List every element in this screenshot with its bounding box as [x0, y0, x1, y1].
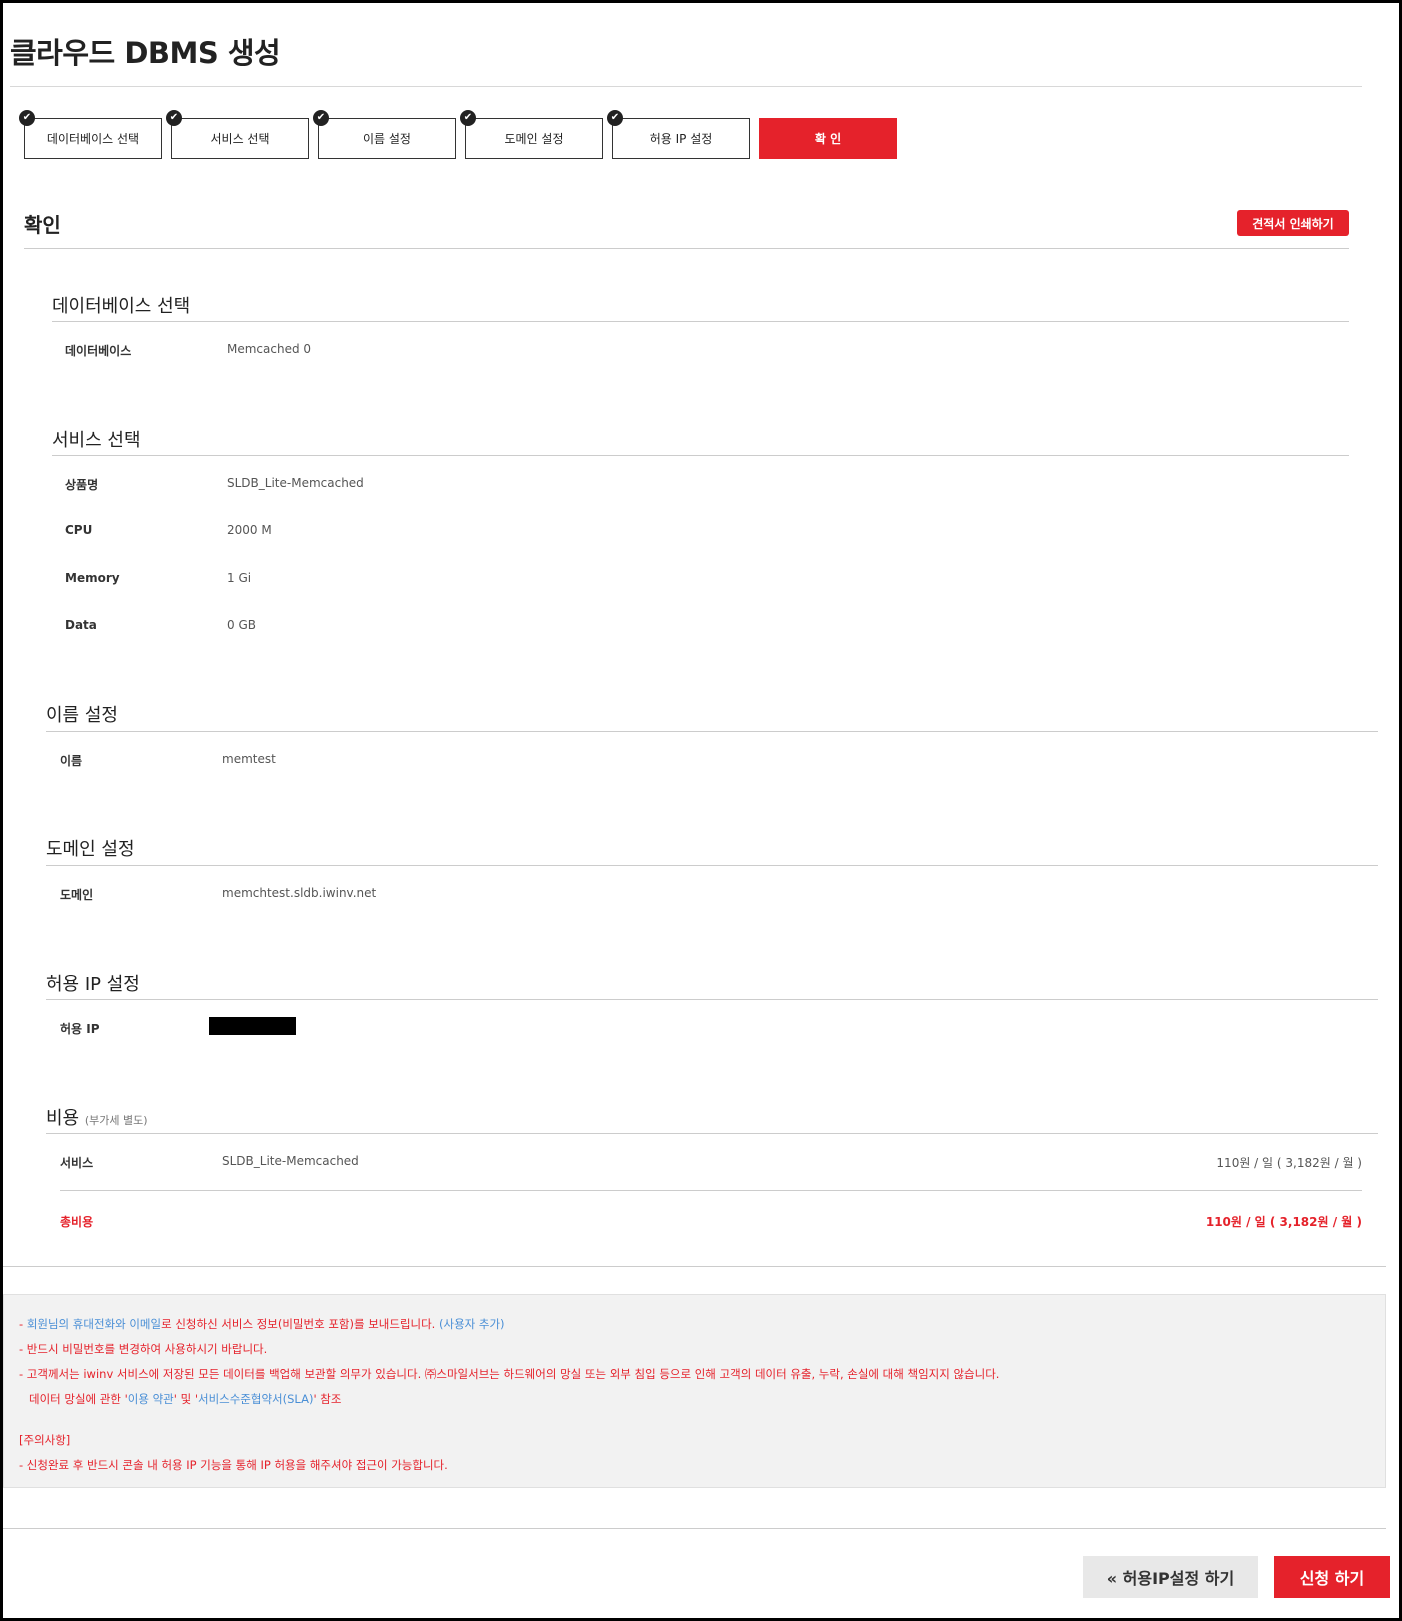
notice-text: ' 참조	[313, 1392, 342, 1406]
section-title-name: 이름 설정	[46, 705, 118, 726]
cpu-value: 2000 M	[227, 523, 272, 537]
confirm-divider	[24, 248, 1349, 249]
check-icon: ✔	[19, 110, 35, 126]
notice-text: -	[19, 1317, 27, 1331]
terms-link[interactable]: 이용 약관	[128, 1392, 174, 1406]
section-divider	[46, 865, 1378, 866]
notice-line-1: - 회원님의 휴대전화와 이메일로 신청하신 서비스 정보(비밀번호 포함)를 …	[19, 1316, 505, 1332]
submit-button[interactable]: 신청 하기	[1274, 1556, 1390, 1598]
notice-box: - 회원님의 휴대전화와 이메일로 신청하신 서비스 정보(비밀번호 포함)를 …	[3, 1294, 1386, 1488]
step-domain[interactable]: ✔ 도메인 설정	[460, 110, 603, 159]
domain-value: memchtest.sldb.iwinv.net	[222, 886, 377, 900]
step-service[interactable]: ✔ 서비스 선택	[166, 110, 309, 159]
step-allowed-ip[interactable]: ✔ 허용 IP 설정	[607, 110, 750, 159]
data-value: 0 GB	[227, 618, 256, 632]
caution-title: [주의사항]	[19, 1433, 71, 1447]
print-estimate-button[interactable]: 견적서 인쇄하기	[1237, 210, 1349, 236]
page-title: 클라우드 DBMS 생성	[10, 36, 281, 70]
step-confirm[interactable]: 확 인	[759, 118, 897, 159]
step-label: 허용 IP 설정	[649, 132, 713, 146]
product-value: SLDB_Lite-Memcached	[227, 476, 364, 490]
caution-line: - 신청완료 후 반드시 콘솔 내 허용 IP 기능을 통해 IP 허용을 해주…	[19, 1458, 448, 1472]
domain-label: 도메인	[60, 888, 94, 902]
section-title-domain: 도메인 설정	[46, 839, 135, 860]
database-value: Memcached 0	[227, 342, 312, 356]
memory-label: Memory	[65, 571, 120, 585]
memory-value: 1 Gi	[227, 571, 252, 585]
prev-step-button[interactable]: « 허용IP설정 하기	[1083, 1556, 1258, 1598]
footer-divider	[3, 1528, 1386, 1529]
total-cost-price: 110원 / 일 ( 3,182원 / 월 )	[1205, 1215, 1362, 1229]
step-label: 이름 설정	[363, 132, 411, 146]
cost-vat-note: (부가세 별도)	[84, 1114, 148, 1127]
section-title-service: 서비스 선택	[52, 430, 141, 451]
cpu-label: CPU	[65, 523, 93, 537]
section-title-allowed-ip: 허용 IP 설정	[46, 974, 140, 995]
name-value: memtest	[222, 752, 276, 766]
data-label: Data	[65, 618, 97, 632]
step-label: 데이터베이스 선택	[46, 132, 140, 146]
cost-title: 비용	[46, 1108, 80, 1129]
check-icon: ✔	[166, 110, 182, 126]
section-divider	[46, 999, 1378, 1000]
section-divider	[52, 455, 1349, 456]
cost-service-label: 서비스	[60, 1156, 94, 1170]
notice-text: 데이터 망실에 관한 '	[29, 1392, 128, 1406]
section-divider	[52, 321, 1349, 322]
notice-text: 로 신청하신 서비스 정보(비밀번호 포함)를 보내드립니다.	[161, 1317, 439, 1331]
sla-link[interactable]: 서비스수준협약서(SLA)	[198, 1392, 313, 1406]
section-title-cost: 비용 (부가세 별도)	[46, 1104, 148, 1130]
step-label: 확 인	[814, 132, 842, 146]
notice-line-3: - 고객께서는 iwinv 서비스에 저장된 모든 데이터를 백업해 보관할 의…	[19, 1367, 1000, 1381]
cost-service-name: SLDB_Lite-Memcached	[222, 1154, 359, 1168]
notice-line-4: 데이터 망실에 관한 '이용 약관' 및 '서비스수준협약서(SLA)' 참조	[29, 1391, 341, 1407]
add-user-link[interactable]: (사용자 추가)	[439, 1317, 505, 1331]
confirm-title: 확인	[24, 213, 61, 237]
step-database[interactable]: ✔ 데이터베이스 선택	[19, 110, 162, 159]
total-cost-label: 총비용	[60, 1215, 94, 1229]
check-icon: ✔	[460, 110, 476, 126]
section-divider	[46, 1133, 1378, 1134]
section-divider	[3, 1266, 1386, 1267]
cost-divider	[60, 1190, 1362, 1191]
step-label: 서비스 선택	[210, 132, 270, 146]
check-icon: ✔	[313, 110, 329, 126]
title-divider	[10, 86, 1362, 87]
name-label: 이름	[60, 754, 83, 768]
check-icon: ✔	[607, 110, 623, 126]
product-label: 상품명	[65, 478, 99, 492]
notice-contact-text: 회원님의 휴대전화와 이메일	[26, 1317, 162, 1331]
notice-line-2: - 반드시 비밀번호를 변경하여 사용하시기 바랍니다.	[19, 1342, 268, 1356]
section-title-database: 데이터베이스 선택	[52, 296, 191, 317]
allowed-ip-redacted	[209, 1017, 296, 1035]
section-divider	[46, 731, 1378, 732]
allowed-ip-label: 허용 IP	[60, 1022, 100, 1036]
notice-text: ' 및 '	[173, 1392, 198, 1406]
step-name[interactable]: ✔ 이름 설정	[313, 110, 456, 159]
step-label: 도메인 설정	[504, 132, 564, 146]
database-label: 데이터베이스	[65, 344, 132, 358]
cost-service-price: 110원 / 일 ( 3,182원 / 월 )	[1216, 1156, 1362, 1170]
